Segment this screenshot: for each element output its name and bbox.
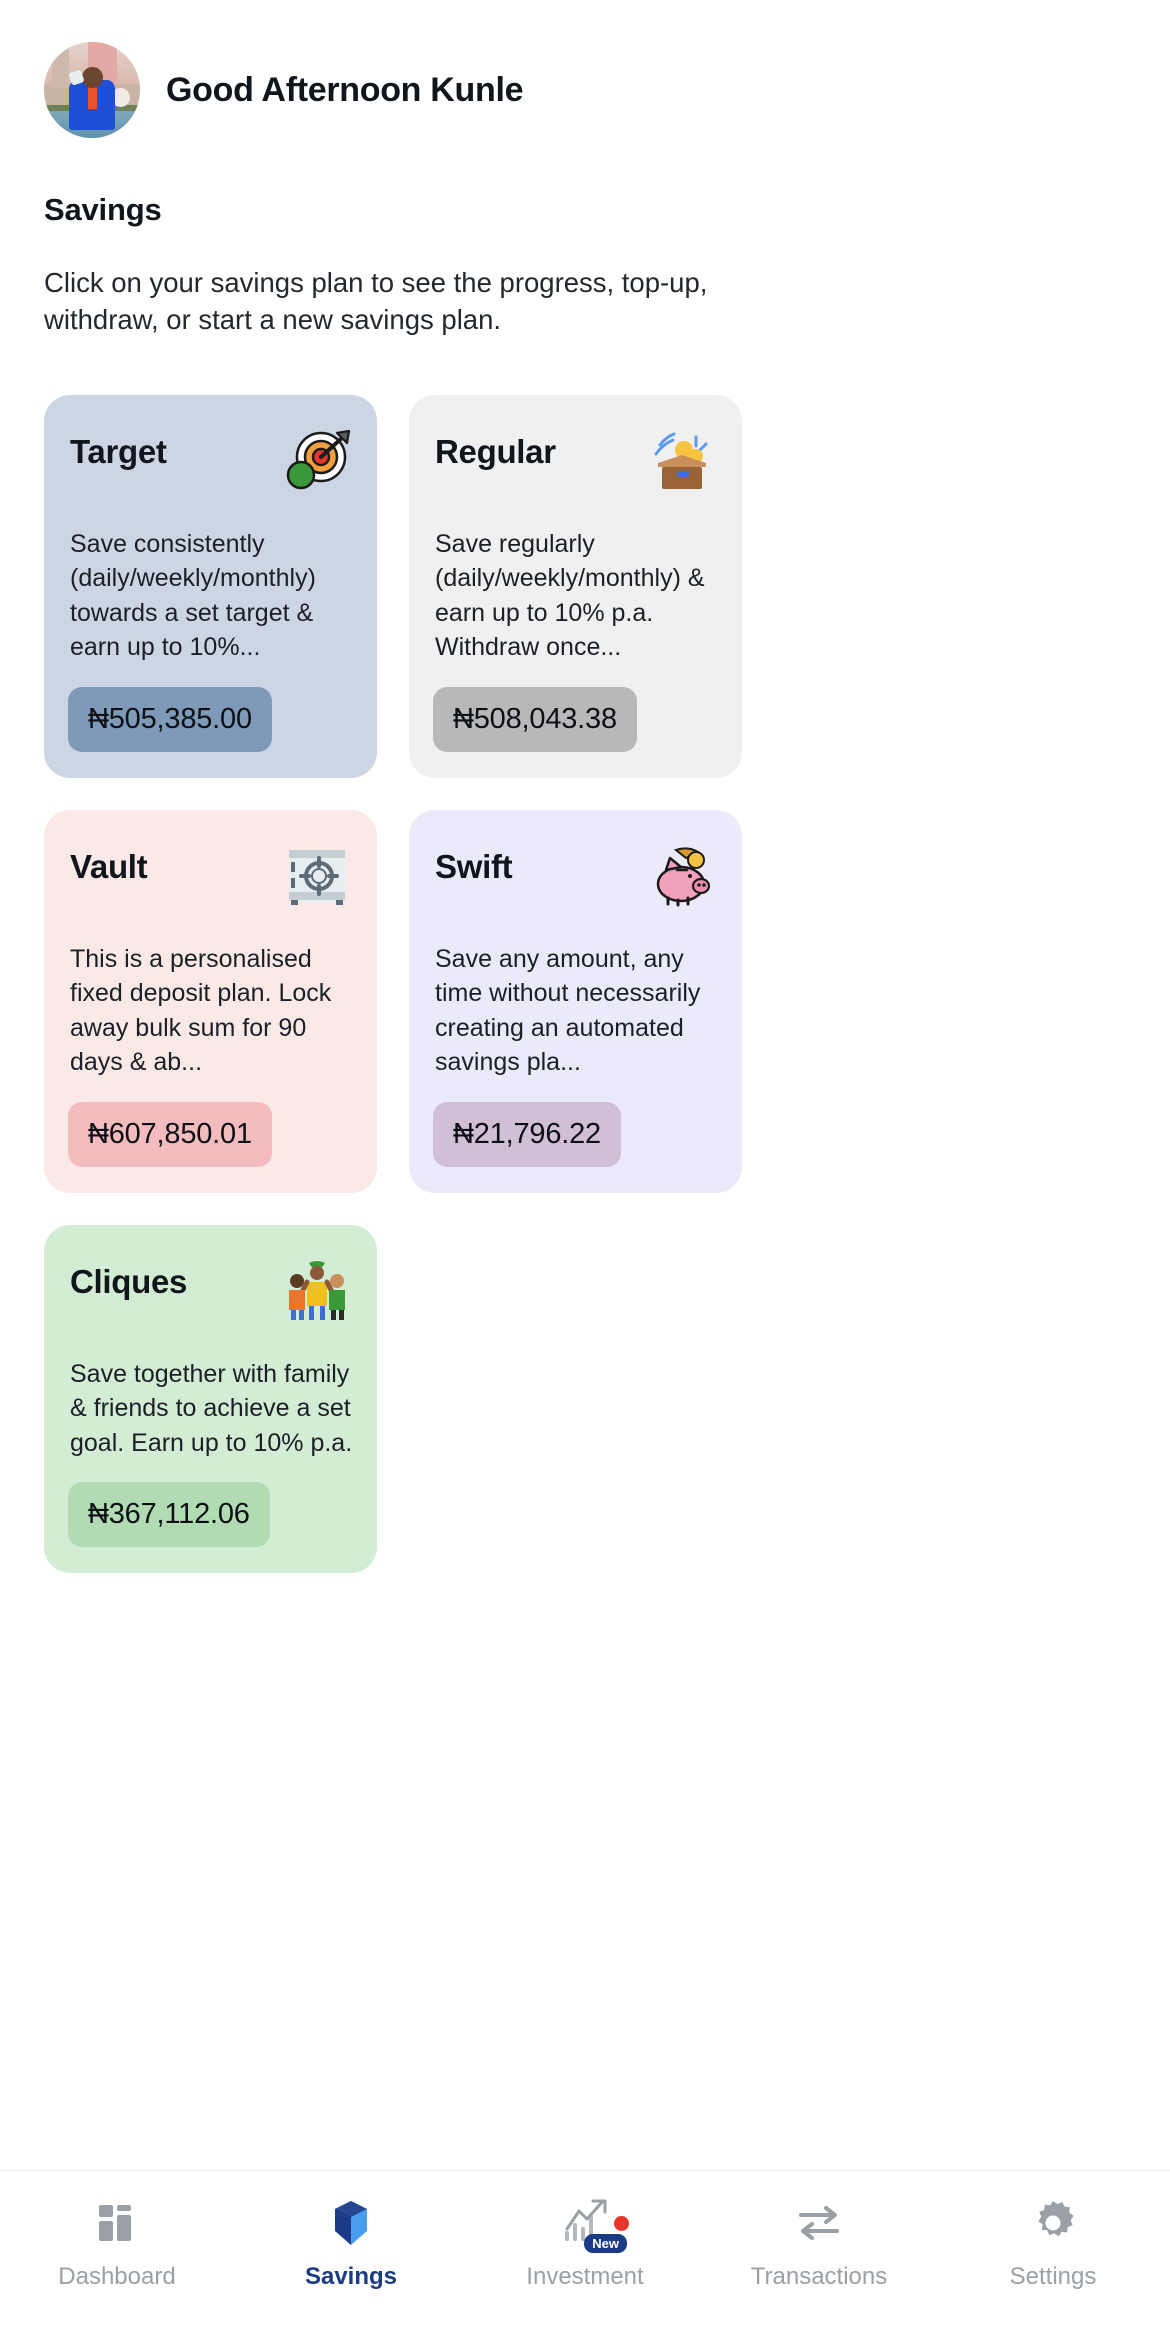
- safe-vault-icon: [281, 840, 353, 912]
- new-badge: New: [584, 2234, 627, 2253]
- card-header: Regular: [433, 425, 718, 503]
- growth-chart-icon: New: [559, 2197, 629, 2253]
- card-description: Save consistently (daily/weekly/monthly)…: [70, 529, 316, 662]
- nav-item-transactions[interactable]: Transactions: [702, 2197, 936, 2291]
- piggy-bank-icon: [646, 840, 718, 912]
- card-amount: ₦508,043.38: [433, 686, 637, 752]
- card-amount: ₦505,385.00: [68, 686, 272, 752]
- nav-item-savings[interactable]: Savings: [234, 2197, 468, 2291]
- card-title: Vault: [70, 847, 148, 885]
- card-title: Target: [70, 432, 167, 470]
- savings-screen: Good Afternoon Kunle Savings Click on yo…: [0, 0, 1170, 2336]
- savings-card-cliques[interactable]: Cliques Save together with family & frie…: [44, 1224, 377, 1574]
- card-title: Swift: [435, 847, 513, 885]
- dashboard-grid-icon: [91, 2197, 143, 2249]
- savings-card-target[interactable]: Target Save consistently (daily/weekly/m…: [44, 394, 377, 778]
- nav-label: Investment: [526, 2263, 644, 2290]
- card-amount: ₦21,796.22: [433, 1101, 621, 1167]
- avatar[interactable]: [44, 42, 140, 138]
- savings-cube-icon: [325, 2197, 377, 2249]
- nav-label: Transactions: [750, 2263, 888, 2290]
- page-title: Savings: [44, 192, 162, 227]
- card-title: Regular: [435, 432, 556, 470]
- card-header: Vault: [68, 840, 353, 918]
- savings-card-vault[interactable]: Vault This is a personalised fixed depos…: [44, 809, 377, 1193]
- transfer-arrows-icon: [793, 2197, 845, 2249]
- card-amount: ₦367,112.06: [68, 1482, 270, 1548]
- card-description: Save together with family & friends to a…: [70, 1359, 353, 1457]
- card-header: Swift: [433, 840, 718, 918]
- app-header: Good Afternoon Kunle: [0, 0, 1170, 150]
- nav-label: Settings: [1009, 2263, 1097, 2290]
- nav-label: Savings: [304, 2263, 398, 2290]
- savings-card-regular[interactable]: Regular Save regularly (daily/weekly/mon…: [409, 394, 742, 778]
- dartboard-icon: [281, 425, 353, 497]
- card-description: This is a personalised fixed deposit pla…: [70, 944, 332, 1077]
- nav-item-settings[interactable]: Settings: [936, 2197, 1170, 2291]
- card-header: Cliques: [68, 1255, 353, 1333]
- nav-item-investment[interactable]: New Investment: [468, 2197, 702, 2291]
- card-title: Cliques: [70, 1262, 188, 1300]
- nav-item-dashboard[interactable]: Dashboard: [0, 2197, 234, 2291]
- nav-label: Dashboard: [58, 2263, 176, 2290]
- card-description: Save regularly (daily/weekly/monthly) & …: [435, 529, 705, 662]
- page-description: Click on your savings plan to see the pr…: [44, 267, 708, 336]
- card-description: Save any amount, any time without necess…: [435, 944, 701, 1077]
- savings-card-swift[interactable]: Swift Save any amount, any time without …: [409, 809, 742, 1193]
- savings-plan-grid: Target Save consistently (daily/weekly/m…: [0, 394, 1170, 1574]
- people-celebrating-icon: [281, 1255, 353, 1327]
- card-header: Target: [68, 425, 353, 503]
- bottom-navigation: Dashboard Savings New Investment Transac…: [0, 2170, 1170, 2336]
- gear-icon: [1027, 2197, 1079, 2249]
- page-intro: Savings Click on your savings plan to se…: [0, 150, 1170, 339]
- open-box-icon: [646, 425, 718, 497]
- card-amount: ₦607,850.01: [68, 1101, 272, 1167]
- greeting-text: Good Afternoon Kunle: [166, 70, 524, 109]
- notification-dot: [614, 2216, 629, 2231]
